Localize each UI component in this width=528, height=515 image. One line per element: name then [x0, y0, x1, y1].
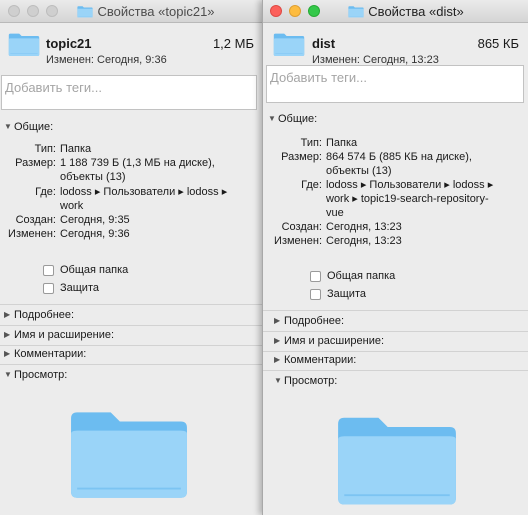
divider [263, 310, 528, 311]
checkbox-box[interactable] [43, 282, 54, 294]
checkbox-label: Защита [327, 288, 366, 300]
divider [0, 325, 262, 326]
value-where: lodoss ▸ Пользователи ▸ lodoss ▸ [326, 179, 494, 191]
section-comments[interactable]: ▶ Комментарии: [274, 354, 356, 366]
checkbox-label: Общая папка [327, 270, 396, 282]
section-title: Комментарии: [14, 348, 87, 360]
folder-icon [273, 31, 305, 57]
section-comments[interactable]: ▶ Комментарии: [4, 348, 86, 360]
window-title: Свойства «topic21» [0, 4, 262, 19]
checkbox-label: Общая папка [60, 264, 129, 276]
value-kind: Папка [326, 137, 358, 149]
section-title: Общие: [14, 121, 54, 133]
value-created: Сегодня, 13:23 [326, 221, 402, 233]
checkbox-box[interactable] [310, 288, 321, 300]
value-size-objects: объекты (13) [60, 171, 126, 183]
shared-folder-checkbox[interactable]: Общая папка [43, 264, 128, 276]
divider [263, 370, 528, 371]
locked-checkbox[interactable]: Защита [43, 282, 99, 294]
title-bar: Свойства «dist» [263, 0, 528, 23]
value-where-cont: vue [326, 207, 344, 219]
label-size: Размер: [281, 151, 322, 163]
section-name-extension[interactable]: ▶ Имя и расширение: [274, 335, 384, 347]
tags-field[interactable]: Добавить теги... [266, 65, 524, 103]
value-where-cont: work [60, 200, 84, 212]
disclosure-closed-icon[interactable]: ▶ [4, 330, 14, 339]
label-size: Размер: [15, 157, 56, 169]
value-where-cont: work ▸ topic19-search-repository- [326, 193, 489, 205]
file-size: 865 КБ [477, 36, 519, 51]
window-title: Свойства «dist» [263, 4, 528, 19]
divider [0, 304, 262, 305]
window-title-text: Свойства «dist» [368, 4, 464, 19]
label-created: Создан: [281, 221, 322, 233]
checkbox-box[interactable] [43, 264, 54, 276]
disclosure-closed-icon[interactable]: ▶ [4, 349, 14, 358]
info-window-topic21: Свойства «topic21» topic21 1,2 МБ Измене… [0, 0, 262, 515]
disclosure-open-icon[interactable]: ▼ [268, 114, 278, 123]
folder-icon [348, 5, 364, 18]
locked-checkbox[interactable]: Защита [310, 288, 366, 300]
disclosure-closed-icon[interactable]: ▶ [274, 336, 284, 345]
file-size: 1,2 МБ [212, 36, 254, 51]
section-name-extension[interactable]: ▶ Имя и расширение: [4, 329, 114, 341]
checkbox-label: Защита [60, 282, 99, 294]
disclosure-open-icon[interactable]: ▼ [4, 370, 14, 379]
section-general[interactable]: ▼ Общие: [268, 113, 317, 125]
section-title: Комментарии: [284, 354, 357, 366]
divider [0, 345, 262, 346]
divider [263, 351, 528, 352]
window-title-text: Свойства «topic21» [97, 4, 215, 19]
file-header: topic21 1,2 МБ Изменен: Сегодня, 9:36 [0, 23, 262, 73]
folder-preview-icon [335, 408, 459, 508]
disclosure-closed-icon[interactable]: ▶ [4, 310, 14, 319]
disclosure-closed-icon[interactable]: ▶ [274, 316, 284, 325]
value-size: 864 574 Б (885 КБ на диске), [326, 151, 472, 163]
disclosure-open-icon[interactable]: ▼ [274, 376, 284, 385]
label-kind: Тип: [34, 143, 56, 155]
value-size: 1 188 739 Б (1,3 МБ на диске), [60, 157, 215, 169]
value-kind: Папка [60, 143, 92, 155]
section-title: Имя и расширение: [14, 329, 115, 341]
value-modified: Сегодня, 9:36 [60, 228, 130, 240]
section-title: Подробнее: [14, 309, 75, 321]
value-where: lodoss ▸ Пользователи ▸ lodoss ▸ [60, 186, 228, 198]
section-title: Общие: [278, 113, 318, 125]
label-modified: Изменен: [8, 228, 56, 240]
folder-icon [77, 5, 93, 18]
folder-preview-icon [68, 403, 190, 501]
file-name: topic21 [46, 36, 92, 51]
section-more-info[interactable]: ▶ Подробнее: [4, 309, 74, 321]
value-created: Сегодня, 9:35 [60, 214, 130, 226]
label-modified: Изменен: [274, 235, 322, 247]
section-title: Имя и расширение: [284, 335, 385, 347]
label-created: Создан: [15, 214, 56, 226]
shared-folder-checkbox[interactable]: Общая папка [310, 270, 395, 282]
section-title: Подробнее: [284, 315, 345, 327]
label-kind: Тип: [300, 137, 322, 149]
disclosure-closed-icon[interactable]: ▶ [274, 355, 284, 364]
folder-icon [8, 31, 40, 57]
title-bar: Свойства «topic21» [0, 0, 262, 23]
section-title: Просмотр: [14, 369, 68, 381]
section-general[interactable]: ▼ Общие: [4, 121, 53, 133]
value-size-objects: объекты (13) [326, 165, 392, 177]
section-more-info[interactable]: ▶ Подробнее: [274, 315, 344, 327]
info-window-dist: Свойства «dist» dist 865 КБ Изменен: Сег… [262, 0, 528, 515]
section-preview[interactable]: ▼ Просмотр: [4, 369, 67, 381]
label-where: Где: [301, 179, 322, 191]
section-title: Просмотр: [284, 375, 338, 387]
file-name: dist [312, 36, 336, 51]
modified-date: Изменен: Сегодня, 9:36 [46, 54, 167, 66]
divider [263, 331, 528, 332]
divider [0, 364, 262, 365]
checkbox-box[interactable] [310, 270, 321, 282]
disclosure-open-icon[interactable]: ▼ [4, 122, 14, 131]
section-preview[interactable]: ▼ Просмотр: [274, 375, 337, 387]
label-where: Где: [35, 186, 56, 198]
value-modified: Сегодня, 13:23 [326, 235, 402, 247]
tags-field[interactable]: Добавить теги... [1, 75, 257, 110]
